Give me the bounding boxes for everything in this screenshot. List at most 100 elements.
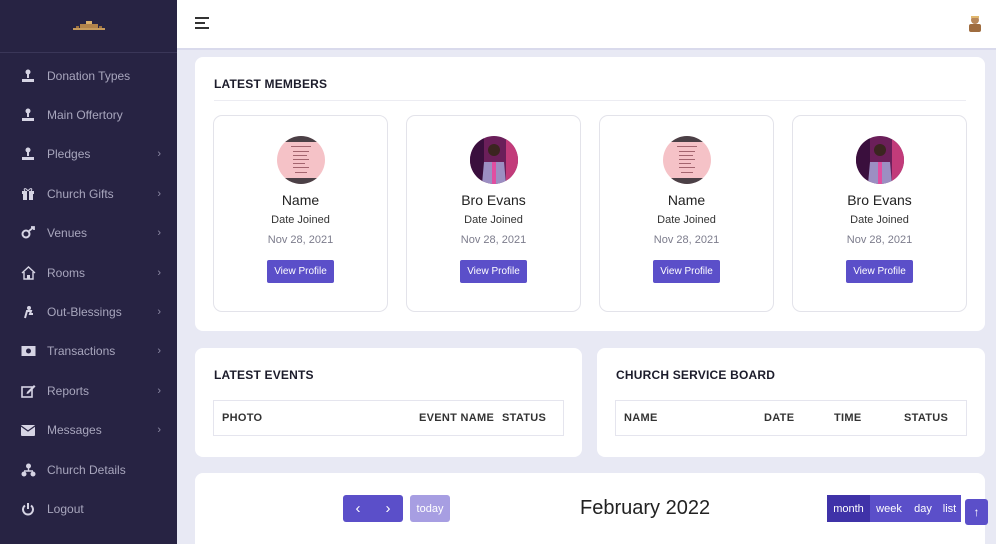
sidebar-item-label: Messages	[47, 423, 102, 438]
church-service-board-title: CHURCH SERVICE BOARD	[616, 368, 776, 382]
sidebar-nav: Donation Types Main Offertory Pledges › …	[0, 53, 177, 529]
member-joined-label: Date Joined	[657, 214, 716, 226]
hand-offer-icon	[20, 107, 36, 123]
menu-toggle-icon[interactable]	[195, 17, 209, 29]
sitemap-icon	[20, 462, 36, 478]
sidebar-item-label: Out-Blessings	[47, 305, 122, 320]
church-service-board-card: CHURCH SERVICE BOARD NAME DATE TIME STAT…	[597, 348, 985, 457]
sidebar-item-church-details[interactable]: Church Details	[0, 450, 177, 489]
power-icon	[20, 501, 36, 517]
money-icon	[20, 343, 36, 359]
column-header-status[interactable]: STATUS	[904, 412, 948, 424]
sidebar-item-label: Church Gifts	[47, 186, 114, 201]
chevron-right-icon: ›	[157, 306, 161, 319]
sidebar-item-out-blessings[interactable]: Out-Blessings ›	[0, 292, 177, 331]
sidebar-item-venues[interactable]: Venues ›	[0, 214, 177, 253]
sidebar-item-logout[interactable]: Logout	[0, 489, 177, 528]
calendar-view-switcher: month week day list	[827, 495, 961, 522]
sidebar-item-reports[interactable]: Reports ›	[0, 371, 177, 410]
hand-donate-icon	[20, 68, 36, 84]
envelope-icon	[20, 422, 36, 438]
brand-logo[interactable]	[0, 0, 177, 53]
member-joined-date: Nov 28, 2021	[267, 234, 334, 246]
sidebar-item-donation-types[interactable]: Donation Types	[0, 56, 177, 95]
chevron-right-icon: ›	[157, 187, 161, 200]
sidebar-item-label: Church Details	[47, 462, 126, 477]
member-card: Name Date Joined Nov 28, 2021 View Profi…	[599, 115, 774, 312]
calendar-view-list-button[interactable]: list	[938, 495, 961, 522]
venue-icon	[20, 225, 36, 241]
column-header-photo[interactable]: PHOTO	[222, 412, 262, 424]
view-profile-button[interactable]: View Profile	[267, 260, 334, 283]
events-table-header: PHOTO EVENT NAME STATUS	[213, 400, 564, 436]
member-card: Bro Evans Date Joined Nov 28, 2021 View …	[792, 115, 967, 312]
member-photo[interactable]	[662, 136, 711, 184]
sidebar-item-church-gifts[interactable]: Church Gifts ›	[0, 174, 177, 213]
member-name: Bro Evans	[847, 192, 912, 208]
column-header-name[interactable]: NAME	[624, 412, 658, 424]
sidebar-item-label: Reports	[47, 383, 90, 398]
member-photo[interactable]	[469, 136, 518, 184]
member-name: Bro Evans	[461, 192, 526, 208]
service-table-header: NAME DATE TIME STATUS	[615, 400, 967, 436]
scroll-to-top-button[interactable]: ↑	[965, 499, 988, 525]
chevron-right-icon: ›	[157, 345, 161, 358]
calendar-card: ‹ › today February 2022 month week day l…	[195, 473, 985, 544]
member-name: Name	[667, 192, 706, 208]
calendar-view-month-button[interactable]: month	[827, 495, 870, 522]
member-joined-date: Nov 28, 2021	[846, 234, 913, 246]
member-joined-label: Date Joined	[464, 214, 523, 226]
topbar	[177, 0, 996, 50]
sidebar-item-label: Donation Types	[47, 68, 131, 83]
view-profile-button[interactable]: View Profile	[460, 260, 527, 283]
member-joined-date: Nov 28, 2021	[460, 234, 527, 246]
latest-members-card: LATEST MEMBERS Name Date Joined Nov 28, …	[195, 57, 985, 331]
member-card: Bro Evans Date Joined Nov 28, 2021 View …	[406, 115, 581, 312]
member-joined-label: Date Joined	[271, 214, 330, 226]
column-header-event-name[interactable]: EVENT NAME	[419, 412, 494, 424]
latest-events-card: LATEST EVENTS PHOTO EVENT NAME STATUS	[195, 348, 582, 457]
chevron-right-icon: ›	[157, 227, 161, 240]
member-joined-label: Date Joined	[850, 214, 909, 226]
chevron-right-icon: ›	[157, 148, 161, 161]
calendar-view-week-button[interactable]: week	[870, 495, 908, 522]
calendar-today-button[interactable]: today	[410, 495, 450, 522]
sidebar-item-label: Transactions	[47, 344, 116, 359]
sidebar-item-main-offertory[interactable]: Main Offertory	[0, 95, 177, 134]
sidebar-item-label: Venues	[47, 226, 88, 241]
hand-pledge-icon	[20, 146, 36, 162]
blessing-icon	[20, 304, 36, 320]
arrow-up-icon: ↑	[973, 505, 980, 519]
edit-icon	[20, 383, 36, 399]
sidebar-item-label: Main Offertory	[47, 108, 123, 123]
user-avatar[interactable]	[966, 14, 984, 34]
member-photo[interactable]	[855, 136, 904, 184]
calendar-view-day-button[interactable]: day	[908, 495, 938, 522]
column-header-status[interactable]: STATUS	[502, 412, 546, 424]
column-header-date[interactable]: DATE	[764, 412, 794, 424]
column-header-time[interactable]: TIME	[834, 412, 861, 424]
calendar-prev-button[interactable]: ‹	[343, 495, 373, 522]
sidebar-item-messages[interactable]: Messages ›	[0, 411, 177, 450]
member-joined-date: Nov 28, 2021	[653, 234, 720, 246]
latest-members-title: LATEST MEMBERS	[214, 77, 328, 91]
latest-events-title: LATEST EVENTS	[214, 368, 314, 382]
calendar-month-title: February 2022	[580, 497, 711, 519]
sidebar: Donation Types Main Offertory Pledges › …	[0, 0, 177, 544]
member-photo[interactable]	[276, 136, 325, 184]
sidebar-item-pledges[interactable]: Pledges ›	[0, 135, 177, 174]
calendar-next-button[interactable]: ›	[373, 495, 403, 522]
sidebar-item-transactions[interactable]: Transactions ›	[0, 332, 177, 371]
view-profile-button[interactable]: View Profile	[846, 260, 913, 283]
crest-logo-icon	[72, 21, 105, 30]
gift-icon	[20, 186, 36, 202]
sidebar-item-label: Pledges	[47, 147, 91, 162]
sidebar-item-label: Logout	[47, 501, 84, 516]
sidebar-item-rooms[interactable]: Rooms ›	[0, 253, 177, 292]
member-name: Name	[281, 192, 320, 208]
chevron-right-icon: ›	[157, 266, 161, 279]
chevron-right-icon: ›	[157, 384, 161, 397]
member-card: Name Date Joined Nov 28, 2021 View Profi…	[213, 115, 388, 312]
view-profile-button[interactable]: View Profile	[653, 260, 720, 283]
divider	[214, 100, 966, 101]
